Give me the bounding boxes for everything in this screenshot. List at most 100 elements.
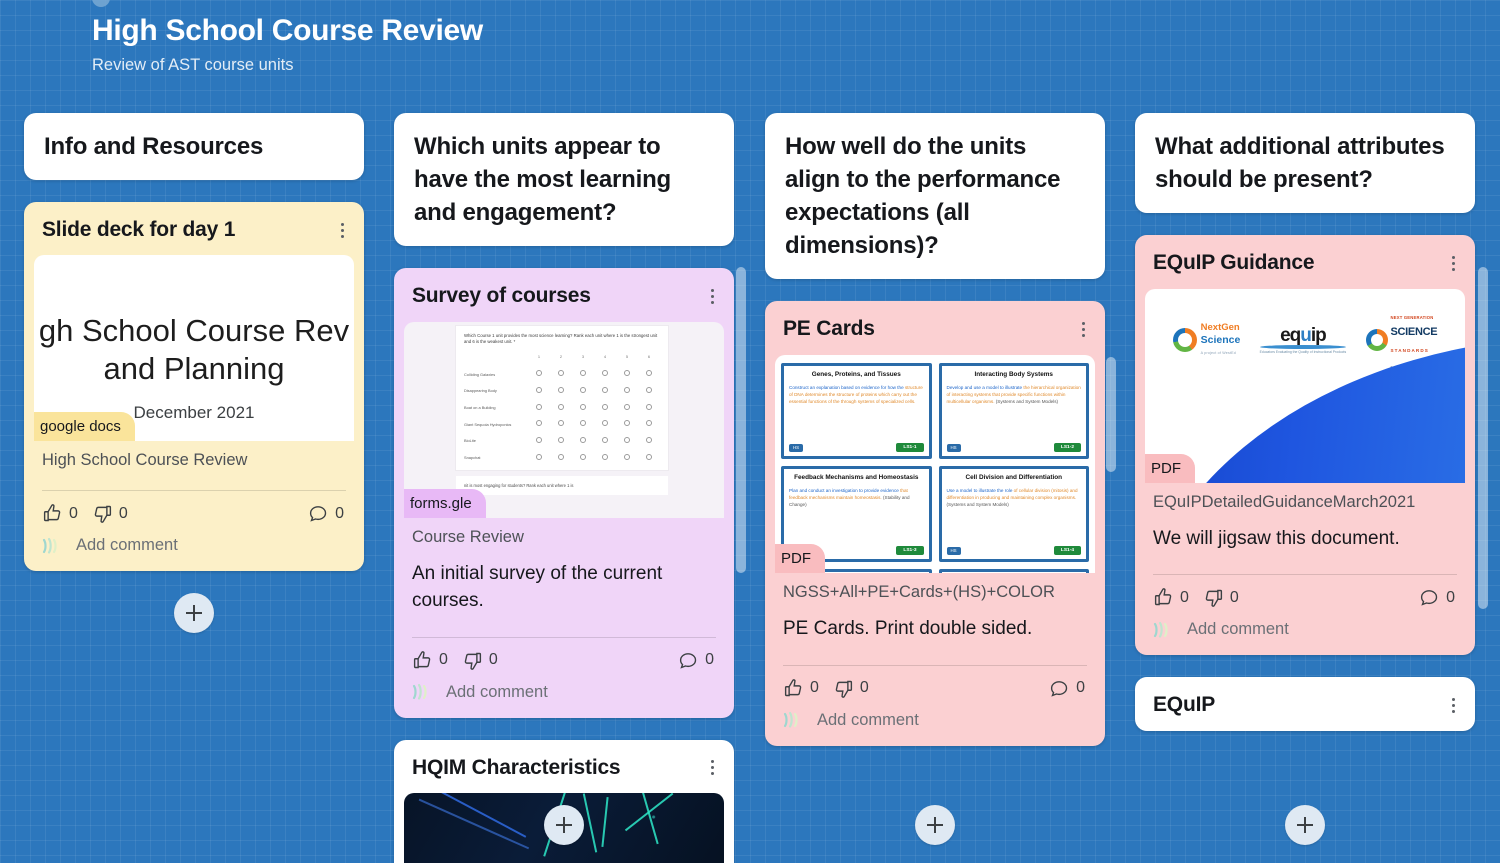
card-menu-icon[interactable] [704, 757, 720, 779]
form-radio[interactable] [624, 453, 630, 460]
column-header[interactable]: Which units appear to have the most lear… [394, 113, 734, 247]
like-count: 0 [439, 651, 448, 669]
form-radio[interactable] [536, 436, 542, 443]
card-equip-guidance[interactable]: EQuIP Guidance NextGen Science A project… [1135, 235, 1475, 656]
form-radio[interactable] [624, 370, 630, 377]
add-card-button-column-0[interactable] [174, 593, 214, 634]
form-radio[interactable] [536, 370, 542, 377]
form-radio[interactable] [646, 370, 652, 377]
form-radio[interactable] [646, 403, 652, 410]
pe-text-blue: Develop and use a model to illustrate [946, 385, 1023, 391]
pe-card-title: Cell Division and Differentiation [965, 473, 1063, 481]
add-card-button-column-2[interactable] [915, 805, 955, 845]
comment-count-button[interactable]: 0 [1419, 587, 1455, 608]
form-radio[interactable] [580, 436, 586, 443]
column-1-footer [394, 805, 734, 845]
dislike-button[interactable]: 0 [1203, 587, 1239, 608]
form-radio[interactable] [602, 370, 608, 377]
pe-card: Genes, Proteins, and Tissues Construct a… [781, 362, 932, 459]
form-radio[interactable] [580, 403, 586, 410]
form-scale-6: 6 [647, 354, 651, 360]
equip-word-a: eq [1280, 325, 1301, 347]
card-slide-deck-for-day-1[interactable]: Slide deck for day 1 gh School Course Re… [24, 202, 364, 572]
form-radio[interactable] [624, 436, 630, 443]
card-equip[interactable]: EQuIP [1135, 677, 1475, 731]
board-column-info-and-resources: Info and Resources Slide deck for day 1 … [24, 113, 364, 634]
form-radio[interactable] [558, 436, 564, 443]
form-radio[interactable] [558, 420, 564, 427]
equip-tagline: Educators Evaluating the Quality of Inst… [1259, 350, 1347, 355]
form-radio[interactable] [580, 453, 586, 460]
add-card-button-column-1[interactable] [544, 805, 584, 845]
form-radio[interactable] [536, 386, 542, 393]
like-button[interactable]: 0 [412, 650, 448, 671]
form-radio[interactable] [536, 420, 542, 427]
form-radio[interactable] [558, 386, 564, 393]
page-scrollbar[interactable] [1478, 267, 1488, 609]
card-menu-icon[interactable] [1445, 252, 1461, 274]
form-radio[interactable] [580, 420, 586, 427]
column-1-scrollbar[interactable] [736, 267, 746, 573]
card-preview-google-slide[interactable]: gh School Course Rev and Planning Decemb… [34, 255, 354, 442]
card-preview-equip-pdf[interactable]: NextGen Science A project of WestEd equi… [1145, 288, 1465, 483]
card-preview-pe-cards-pdf[interactable]: Genes, Proteins, and Tissues Construct a… [775, 354, 1095, 573]
card-preview-google-form[interactable]: Which Course 1 unit provides the most sc… [404, 321, 724, 518]
form-radio[interactable] [602, 420, 608, 427]
pe-text-parenthetical: (Systems and System Models) [995, 399, 1059, 405]
form-radio[interactable] [624, 386, 630, 393]
add-comment-button[interactable]: Add comment [394, 677, 734, 718]
comment-count-button[interactable]: 0 [308, 503, 344, 524]
form-radio[interactable] [536, 403, 542, 410]
card-title: EQuIP [1153, 693, 1216, 717]
form-radio[interactable] [646, 386, 652, 393]
card-menu-icon[interactable] [704, 285, 720, 307]
form-radio[interactable] [602, 436, 608, 443]
form-radio[interactable] [602, 403, 608, 410]
add-comment-button[interactable]: Add comment [765, 705, 1105, 746]
column-3-footer [1135, 805, 1475, 845]
form-scale-4: 4 [603, 354, 607, 360]
user-avatar-icon [42, 537, 64, 555]
column-header[interactable]: What additional attributes should be pre… [1135, 113, 1475, 214]
form-radio[interactable] [646, 420, 652, 427]
card-menu-icon[interactable] [1075, 318, 1091, 340]
form-radio[interactable] [558, 370, 564, 377]
form-row: Disappearing Body [464, 383, 660, 400]
form-radio[interactable] [580, 386, 586, 393]
add-card-button-column-3[interactable] [1285, 805, 1325, 845]
card-pe-cards[interactable]: PE Cards Genes, Proteins, and Tissues Co… [765, 301, 1105, 746]
form-radio[interactable] [646, 436, 652, 443]
form-radio[interactable] [536, 453, 542, 460]
form-radio[interactable] [580, 370, 586, 377]
user-avatar-icon [412, 683, 434, 701]
card-survey-of-courses[interactable]: Survey of courses Which Course 1 unit pr… [394, 268, 734, 718]
card-menu-icon[interactable] [1445, 694, 1461, 716]
dislike-button[interactable]: 0 [462, 650, 498, 671]
form-radio[interactable] [602, 386, 608, 393]
nextgen-mark-icon [1172, 328, 1197, 353]
like-button[interactable]: 0 [1153, 587, 1189, 608]
comment-count-button[interactable]: 0 [678, 650, 714, 671]
card-menu-icon[interactable] [334, 219, 350, 241]
form-radio[interactable] [558, 403, 564, 410]
card-note: We will jigsaw this document. [1153, 527, 1400, 549]
form-radio[interactable] [624, 420, 630, 427]
column-header[interactable]: How well do the units align to the perfo… [765, 113, 1105, 280]
column-2-scrollbar[interactable] [1106, 357, 1116, 472]
dislike-button[interactable]: 0 [92, 503, 128, 524]
column-title: How well do the units align to the perfo… [785, 133, 1061, 260]
like-button[interactable]: 0 [783, 678, 819, 699]
card-title: HQIM Characteristics [412, 755, 621, 779]
form-radio[interactable] [558, 453, 564, 460]
column-header[interactable]: Info and Resources [24, 113, 364, 181]
form-radio[interactable] [646, 453, 652, 460]
add-comment-button[interactable]: Add comment [1135, 614, 1475, 655]
add-comment-button[interactable]: Add comment [24, 530, 364, 571]
form-radio[interactable] [624, 403, 630, 410]
dislike-button[interactable]: 0 [833, 678, 869, 699]
like-button[interactable]: 0 [42, 503, 78, 524]
dislike-count: 0 [859, 679, 869, 697]
pe-card-title: Interacting Body Systems [974, 370, 1054, 378]
comment-count-button[interactable]: 0 [1049, 678, 1085, 699]
form-radio[interactable] [602, 453, 608, 460]
